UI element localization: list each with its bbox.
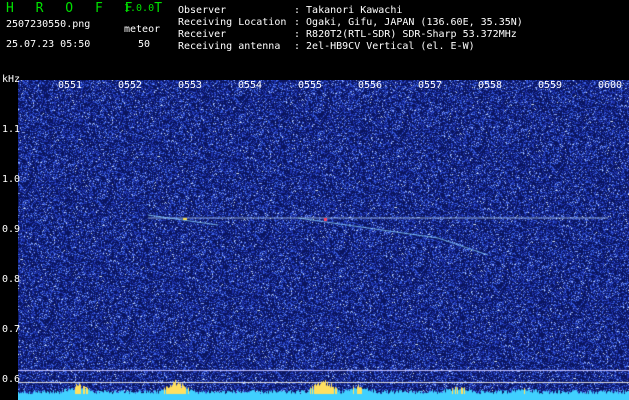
spectrogram-canvas[interactable] (18, 80, 629, 400)
info-key-observer: Observer (178, 5, 227, 16)
time-tick-0555: 0555 (298, 80, 323, 91)
freq-tick-0.7: 0.7 (2, 324, 21, 335)
meteor-count: 50 (138, 39, 151, 50)
frequency-unit-label: kHz (2, 74, 21, 85)
freq-tick-0.6: 0.6 (2, 374, 21, 385)
info-value-receiver: : R820T2(RTL-SDR) SDR-Sharp 53.372MHz (294, 29, 517, 40)
freq-tick-1.1: 1.1 (2, 124, 21, 135)
app-version: 1.0.0 (124, 3, 155, 14)
time-tick-0551: 0551 (58, 80, 83, 91)
info-key-receiver: Receiver (178, 29, 227, 40)
info-value-observer: : Takanori Kawachi (294, 5, 403, 16)
time-tick-0557: 0557 (418, 80, 443, 91)
time-tick-0600: 0600 (598, 80, 623, 91)
freq-tick-0.9: 0.9 (2, 224, 21, 235)
meteor-label: meteor (124, 24, 161, 35)
file-name: 2507230550.png (6, 19, 91, 30)
freq-tick-1.0: 1.0 (2, 174, 21, 185)
info-key-location: Receiving Location (178, 17, 287, 28)
time-tick-0559: 0559 (538, 80, 563, 91)
time-tick-0558: 0558 (478, 80, 503, 91)
info-value-antenna: : 2el-HB9CV Vertical (el. E-W) (294, 41, 475, 52)
info-value-location: : Ogaki, Gifu, JAPAN (136.60E, 35.35N) (294, 17, 523, 28)
time-tick-0553: 0553 (178, 80, 203, 91)
time-tick-0552: 0552 (118, 80, 143, 91)
freq-tick-0.8: 0.8 (2, 274, 21, 285)
info-key-antenna: Receiving antenna (178, 41, 281, 52)
time-tick-0556: 0556 (358, 80, 383, 91)
time-tick-0554: 0554 (238, 80, 263, 91)
capture-datetime: 25.07.23 05:50 (6, 39, 91, 50)
